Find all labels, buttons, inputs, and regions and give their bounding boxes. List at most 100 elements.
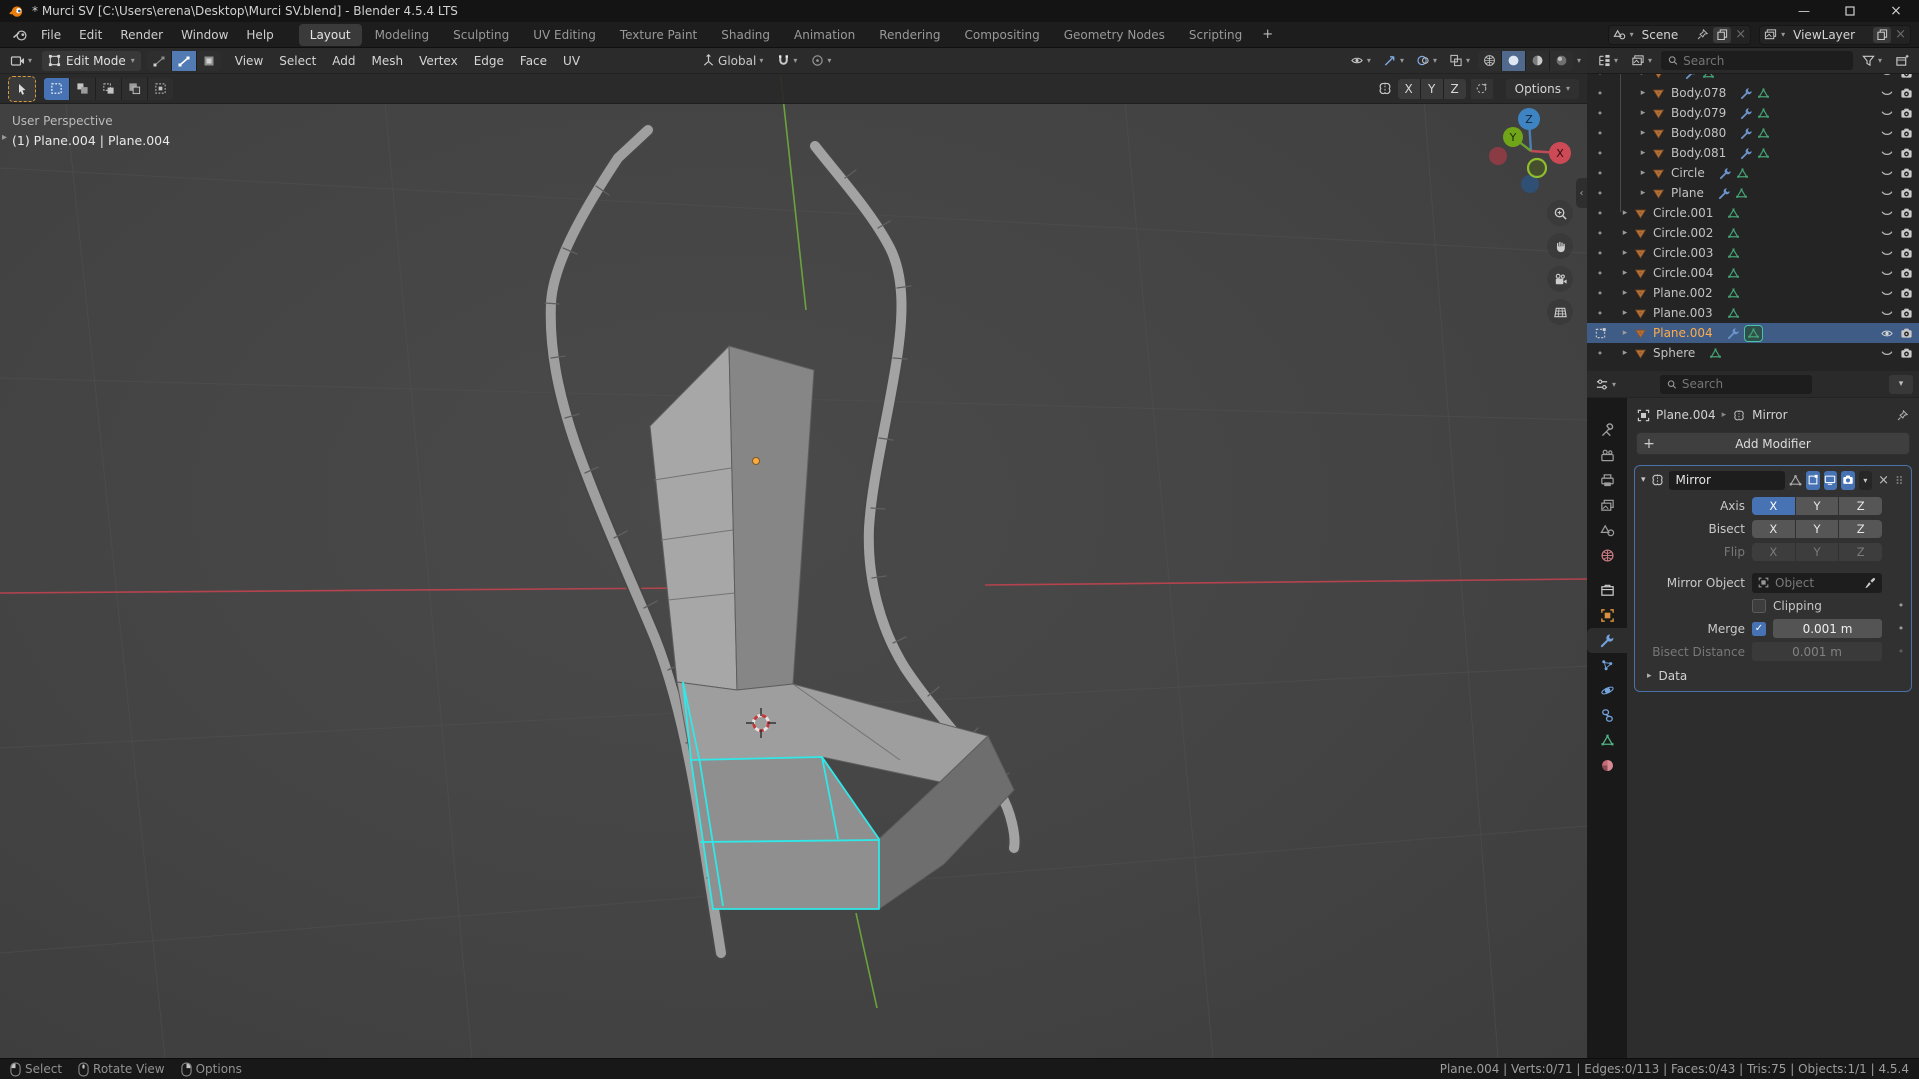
expand-chevron-icon[interactable]: ▸ bbox=[1638, 168, 1648, 178]
properties-tab-world[interactable] bbox=[1587, 543, 1627, 568]
active-tool-select-box[interactable] bbox=[8, 75, 36, 102]
proportional-editing-dropdown[interactable]: ▾ bbox=[807, 52, 835, 69]
shading-dropdown[interactable]: ▾ bbox=[1577, 56, 1581, 65]
eyedropper-icon[interactable] bbox=[1864, 577, 1876, 589]
snap-dropdown[interactable]: ▾ bbox=[773, 52, 801, 69]
render-visibility-camera-icon[interactable] bbox=[1900, 87, 1913, 100]
menu-render[interactable]: Render bbox=[111, 25, 172, 45]
viewport-menu-face[interactable]: Face bbox=[512, 51, 555, 71]
viewport-menu-uv[interactable]: UV bbox=[555, 51, 588, 71]
outliner-row-circle-003[interactable]: • ▸ Circle.003 bbox=[1587, 243, 1919, 263]
workspace-tab-geometry-nodes[interactable]: Geometry Nodes bbox=[1053, 24, 1176, 46]
axis-x-button[interactable]: X bbox=[1752, 496, 1795, 515]
properties-tab-scene[interactable] bbox=[1587, 518, 1627, 543]
snap-individual-icon[interactable] bbox=[1470, 78, 1493, 99]
render-visibility-camera-icon[interactable] bbox=[1900, 207, 1913, 220]
outliner-display-mode-dropdown[interactable]: ▾ bbox=[1627, 52, 1656, 69]
properties-editor-type-button[interactable]: ▾ bbox=[1591, 376, 1620, 393]
viewport-menu-view[interactable]: View bbox=[227, 51, 271, 71]
breadcrumb-modifier[interactable]: Mirror bbox=[1752, 408, 1787, 422]
show-in-render-toggle[interactable] bbox=[1841, 470, 1855, 490]
bisect-x-button[interactable]: X bbox=[1752, 519, 1795, 538]
outliner-row-plane-004[interactable]: ▸ Plane.004 bbox=[1587, 323, 1919, 343]
eye-closed-icon[interactable] bbox=[1880, 187, 1894, 200]
new-viewlayer-button[interactable] bbox=[1873, 26, 1892, 43]
drag-handle-icon[interactable] bbox=[1895, 475, 1905, 485]
render-visibility-camera-icon[interactable] bbox=[1900, 227, 1913, 240]
new-scene-button[interactable] bbox=[1713, 26, 1732, 43]
properties-tab-tool[interactable] bbox=[1587, 418, 1627, 443]
scene-selector[interactable]: ▾ Scene × bbox=[1607, 24, 1752, 45]
breadcrumb-object[interactable]: Plane.004 bbox=[1656, 408, 1716, 422]
properties-tab-collection[interactable] bbox=[1587, 578, 1627, 603]
render-visibility-camera-icon[interactable] bbox=[1900, 127, 1913, 140]
new-collection-button[interactable] bbox=[1891, 52, 1913, 69]
merge-threshold-field[interactable]: 0.001 m bbox=[1773, 619, 1882, 638]
camera-view-button[interactable] bbox=[1547, 266, 1573, 292]
collapse-chevron-icon[interactable]: ▸ bbox=[2, 132, 7, 143]
expand-chevron-icon[interactable]: ▸ bbox=[1620, 228, 1630, 238]
render-visibility-camera-icon[interactable] bbox=[1900, 307, 1913, 320]
workspace-tab-rendering[interactable]: Rendering bbox=[868, 24, 951, 46]
properties-tab-object[interactable] bbox=[1587, 603, 1627, 628]
modifier-name-input[interactable] bbox=[1668, 470, 1785, 490]
properties-tab-physics[interactable] bbox=[1587, 678, 1627, 703]
object-visibility-dropdown[interactable]: ▾ bbox=[1346, 52, 1375, 69]
select-intersect-button[interactable] bbox=[148, 77, 173, 100]
transform-orientation-dropdown[interactable]: Global ▾ bbox=[698, 52, 767, 70]
ortho-toggle-button[interactable] bbox=[1547, 299, 1573, 325]
mirror-object-field[interactable]: Object bbox=[1752, 572, 1882, 593]
pin-icon[interactable] bbox=[1696, 28, 1709, 41]
select-set-button[interactable] bbox=[44, 77, 69, 100]
maximize-button[interactable] bbox=[1827, 0, 1873, 22]
close-button[interactable]: × bbox=[1873, 0, 1919, 22]
render-visibility-camera-icon[interactable] bbox=[1900, 107, 1913, 120]
menu-edit[interactable]: Edit bbox=[70, 25, 111, 45]
pin-id-icon[interactable] bbox=[1896, 409, 1909, 422]
outliner-row-circle[interactable]: • ▸ Circle bbox=[1587, 163, 1919, 183]
outliner-row-body-081[interactable]: • ▸ Body.081 bbox=[1587, 143, 1919, 163]
render-visibility-camera-icon[interactable] bbox=[1900, 167, 1913, 180]
eye-closed-icon[interactable] bbox=[1880, 147, 1894, 160]
eye-open-icon[interactable] bbox=[1880, 327, 1894, 340]
eye-closed-icon[interactable] bbox=[1880, 127, 1894, 140]
add-workspace-button[interactable]: + bbox=[1255, 23, 1280, 46]
render-visibility-camera-icon[interactable] bbox=[1900, 247, 1913, 260]
mirror-axis-z-button[interactable]: Z bbox=[1443, 78, 1466, 99]
clipping-checkbox[interactable] bbox=[1752, 598, 1766, 613]
eye-closed-icon[interactable] bbox=[1880, 347, 1894, 360]
outliner-search-input[interactable] bbox=[1683, 53, 1846, 68]
expand-chevron-icon[interactable]: ▸ bbox=[1638, 88, 1648, 98]
properties-tab-particles[interactable] bbox=[1587, 653, 1627, 678]
render-visibility-camera-icon[interactable] bbox=[1900, 327, 1913, 340]
expand-chevron-icon[interactable]: ▸ bbox=[1620, 248, 1630, 258]
eye-closed-icon[interactable] bbox=[1880, 74, 1894, 80]
properties-tab-constraints[interactable] bbox=[1587, 703, 1627, 728]
editor-type-button[interactable]: ▾ bbox=[6, 52, 36, 70]
merge-animate-dot[interactable]: • bbox=[1893, 622, 1909, 635]
outliner-row-circle-004[interactable]: • ▸ Circle.004 bbox=[1587, 263, 1919, 283]
outliner-row-circle-002[interactable]: • ▸ Circle.002 bbox=[1587, 223, 1919, 243]
eye-closed-icon[interactable] bbox=[1880, 227, 1894, 240]
merge-checkbox[interactable]: ✓ bbox=[1752, 621, 1766, 636]
properties-tab-view-layer[interactable] bbox=[1587, 493, 1627, 518]
viewport-3d[interactable]: ▾ Edit Mode ▾ View Select Add Mesh Vertex Edg… bbox=[0, 48, 1587, 1058]
select-invert-button[interactable] bbox=[122, 77, 147, 100]
expand-chevron-icon[interactable]: ▸ bbox=[1620, 348, 1630, 358]
workspace-tab-texture-paint[interactable]: Texture Paint bbox=[609, 24, 708, 46]
data-subpanel-toggle[interactable]: ▸ Data bbox=[1635, 663, 1911, 683]
eye-closed-icon[interactable] bbox=[1880, 207, 1894, 220]
modifier-extras-dropdown[interactable]: ▾ bbox=[1858, 470, 1873, 490]
remove-modifier-button[interactable]: × bbox=[1876, 473, 1891, 488]
viewport-menu-add[interactable]: Add bbox=[324, 51, 363, 71]
show-gizmo-dropdown[interactable]: ▾ bbox=[1379, 52, 1408, 69]
expand-chevron-icon[interactable]: ▸ bbox=[1620, 288, 1630, 298]
outliner-row-body-080[interactable]: • ▸ Body.080 bbox=[1587, 123, 1919, 143]
properties-tab-data[interactable] bbox=[1587, 728, 1627, 753]
outliner-editor-type-button[interactable]: ▾ bbox=[1593, 52, 1622, 69]
render-visibility-camera-icon[interactable] bbox=[1900, 147, 1913, 160]
clipping-animate-dot[interactable]: • bbox=[1893, 599, 1909, 612]
viewport-menu-select[interactable]: Select bbox=[271, 51, 324, 71]
show-overlays-dropdown[interactable]: ▾ bbox=[1412, 52, 1441, 69]
properties-tab-output[interactable] bbox=[1587, 468, 1627, 493]
